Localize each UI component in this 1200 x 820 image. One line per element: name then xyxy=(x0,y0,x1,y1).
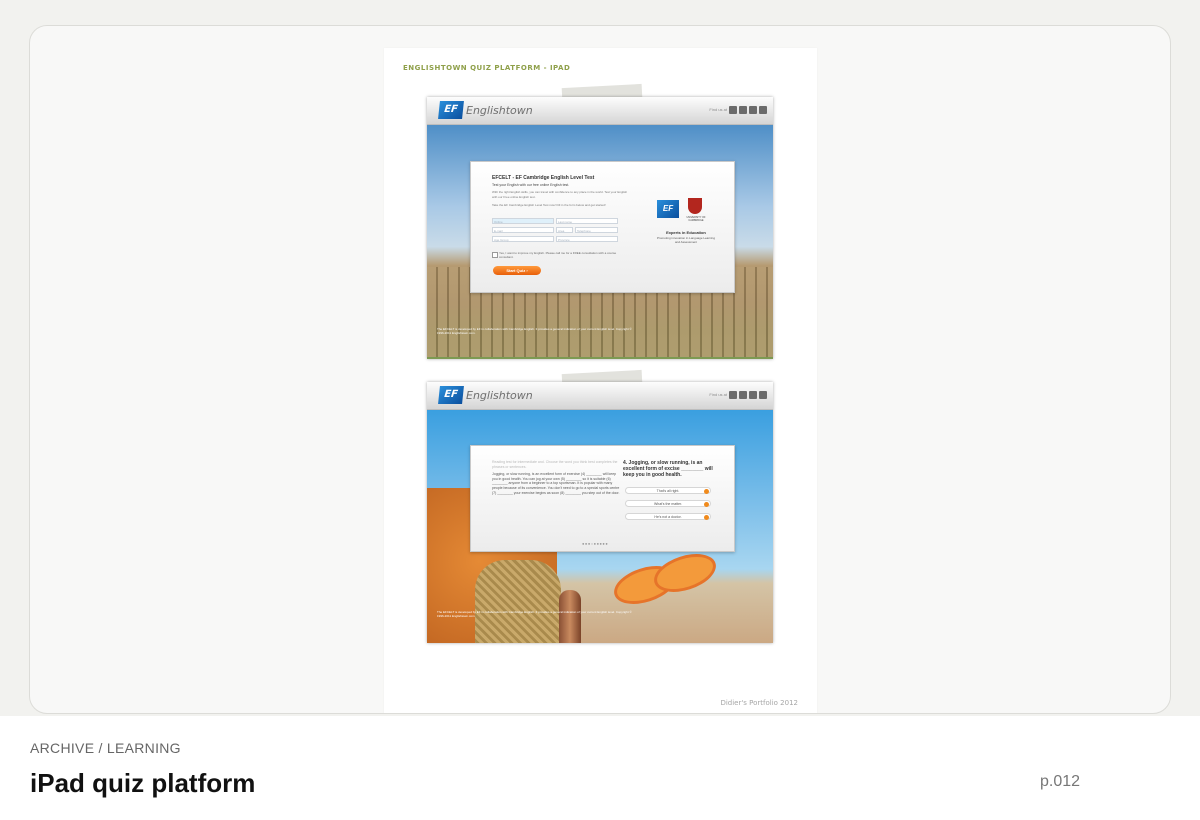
province-select[interactable]: Province xyxy=(556,236,618,242)
ef-logo[interactable]: EF xyxy=(438,386,464,404)
ef-logo[interactable]: EF xyxy=(438,101,464,119)
answer-option[interactable]: What's the matter. xyxy=(625,500,711,507)
app-header: EF Englishtown Find us at xyxy=(427,382,773,410)
breadcrumb[interactable]: ARCHIVE / LEARNING xyxy=(30,740,181,756)
reading-passage: Reading test for intermediate and. Choos… xyxy=(492,460,620,495)
panel-title: EFCELT - EF Cambridge English Level Test xyxy=(492,175,595,181)
question-text: 4. Jogging, or slow running, is an excel… xyxy=(623,460,713,478)
facebook-icon[interactable] xyxy=(729,391,737,399)
panel-subtitle: Test your English with our free online E… xyxy=(492,183,570,187)
linkedin-icon[interactable] xyxy=(739,391,747,399)
cambridge-crest-icon xyxy=(688,198,702,214)
intro-text: With the right English skills, you can t… xyxy=(492,190,628,199)
start-quiz-button[interactable]: Start Quiz › xyxy=(493,266,541,275)
basket-illustration xyxy=(475,560,561,643)
ef-badge-logo: EF xyxy=(657,200,679,218)
age-group-select[interactable]: Age Group xyxy=(492,236,554,242)
question-pager[interactable]: ●●●○●●●●● xyxy=(582,541,608,546)
caption-bar: ARCHIVE / LEARNING iPad quiz platform p.… xyxy=(0,716,1200,820)
sheet-title: ENGLISHTOWN QUIZ PLATFORM - IPAD xyxy=(403,64,571,72)
portfolio-sheet: ENGLISHTOWN QUIZ PLATFORM - IPAD EF Engl… xyxy=(384,48,817,713)
englishtown-wordmark: Englishtown xyxy=(466,104,533,117)
consultation-checkbox[interactable] xyxy=(492,252,498,258)
last-name-field[interactable]: Last name xyxy=(556,218,618,224)
portfolio-footer: Didier's Portfolio 2012 xyxy=(720,699,798,707)
first-name-field[interactable]: Online xyxy=(492,218,554,224)
email-field[interactable]: E-mail xyxy=(492,227,554,233)
facebook-icon[interactable] xyxy=(729,106,737,114)
experts-title: Experts in Education xyxy=(666,230,706,235)
answer-label: What's the matter. xyxy=(653,502,683,506)
page-title: iPad quiz platform xyxy=(30,768,256,798)
answer-label: That's all right. xyxy=(656,489,680,493)
youtube-icon[interactable] xyxy=(759,391,767,399)
experts-subtitle: Promoting innovation in Language Learnin… xyxy=(656,236,716,244)
find-us-label: Find us at xyxy=(709,392,727,397)
arrow-right-icon xyxy=(704,502,709,507)
youtube-icon[interactable] xyxy=(759,106,767,114)
arrow-right-icon xyxy=(704,489,709,494)
start-quiz-label: Start Quiz xyxy=(506,268,526,273)
signup-panel: EFCELT - EF Cambridge English Level Test… xyxy=(470,161,735,293)
answer-label: He's not a doctor. xyxy=(654,515,682,519)
screen-quiz: EF Englishtown Find us at Reading test f… xyxy=(427,382,773,643)
telephone-field[interactable]: Telephone xyxy=(575,227,618,233)
screen-signup: EF Englishtown Find us at EFCELT - EF Ca… xyxy=(427,97,773,359)
university-name: UNIVERSITY OF CAMBRIDGE xyxy=(686,216,706,222)
englishtown-wordmark: Englishtown xyxy=(466,389,533,402)
passage-text: Jogging, or slow running, is an excellen… xyxy=(492,472,620,495)
area-code-field[interactable]: Area xyxy=(556,227,573,233)
question-panel: Reading test for intermediate and. Choos… xyxy=(470,445,735,552)
arrow-right-icon xyxy=(704,515,709,520)
passage-intro: Reading test for intermediate and. Choos… xyxy=(492,460,618,469)
answer-option[interactable]: That's all right. xyxy=(625,487,711,494)
instructions-text: Take the EF Cambridge English Level Test… xyxy=(492,203,606,207)
answer-option[interactable]: He's not a doctor. xyxy=(625,513,711,520)
app-header: EF Englishtown Find us at xyxy=(427,97,773,125)
twitter-icon[interactable] xyxy=(749,391,757,399)
linkedin-icon[interactable] xyxy=(739,106,747,114)
page-number: p.012 xyxy=(1040,773,1081,790)
image-viewer: ENGLISHTOWN QUIZ PLATFORM - IPAD EF Engl… xyxy=(29,25,1171,714)
find-us-label: Find us at xyxy=(709,107,727,112)
twitter-icon[interactable] xyxy=(749,106,757,114)
consultation-label: Yes, I want to improve my English. Pleas… xyxy=(499,251,617,259)
screen-footer-text: The EFCELT is developed by EF in collabo… xyxy=(437,610,632,618)
screen-footer-text: The EFCELT is developed by EF in collabo… xyxy=(437,327,632,335)
